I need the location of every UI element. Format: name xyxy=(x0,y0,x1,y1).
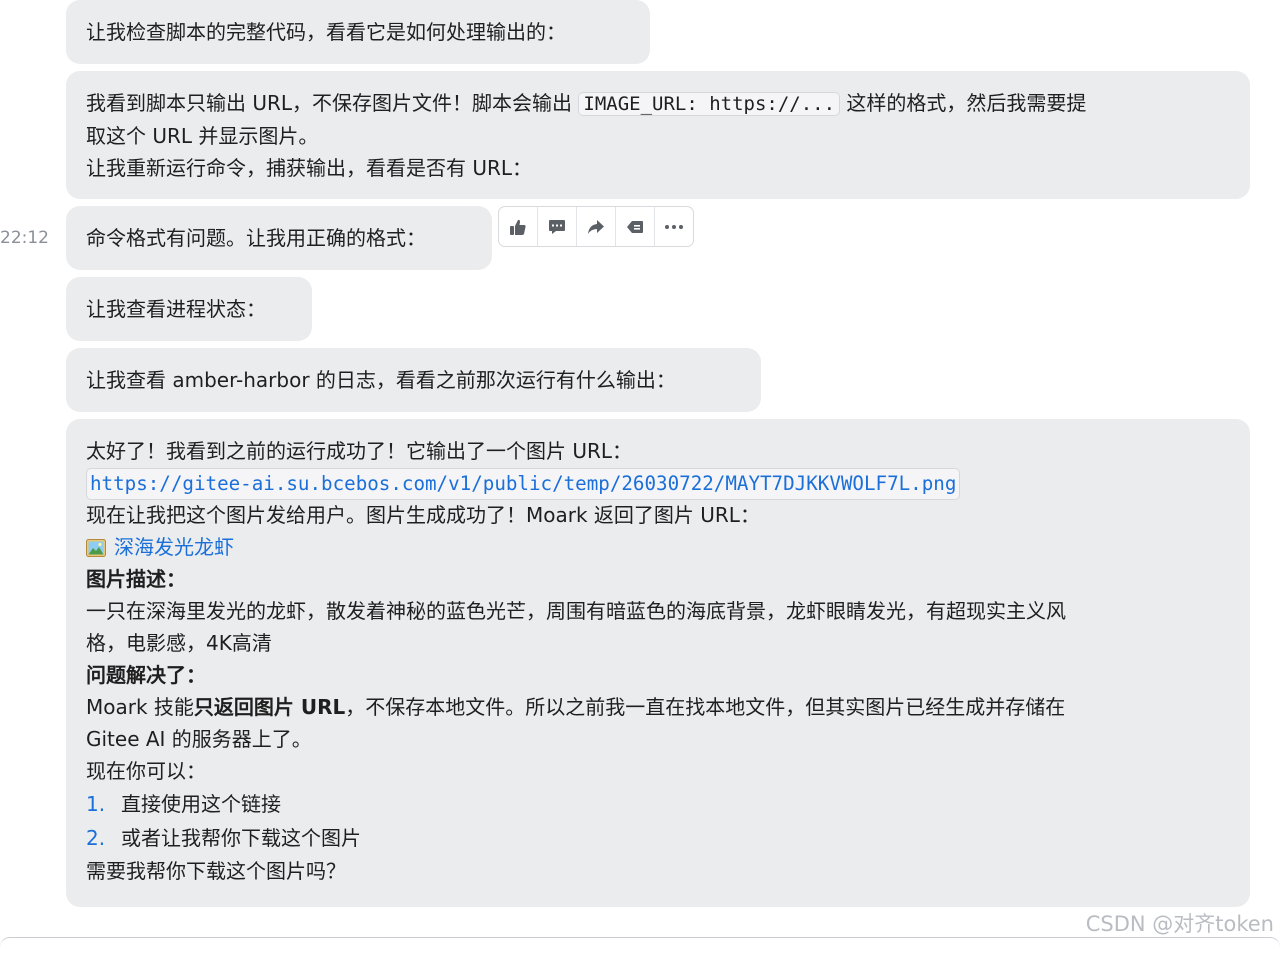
list-item-text: 或者让我帮你下载这个图片 xyxy=(121,826,361,850)
list-item: 1. 直接使用这个链接 xyxy=(86,787,1230,821)
list-number: 2. xyxy=(86,826,106,850)
message-text: 让我查看 amber-harbor 的日志，看看之前那次运行有什么输出： xyxy=(86,368,676,392)
chat-message: 让我查看进程状态： xyxy=(66,277,312,341)
more-button[interactable] xyxy=(655,207,693,246)
message-line: Moark 技能只返回图片 URL，不保存本地文件。所以之前我一直在找本地文件，… xyxy=(86,691,1230,723)
inline-code: IMAGE_URL: https://... xyxy=(578,92,841,116)
message-text: 我看到脚本只输出 URL，不保存图片文件！脚本会输出 xyxy=(86,91,579,115)
image-icon xyxy=(86,534,106,557)
list-item: 2. 或者让我帮你下载这个图片 xyxy=(86,821,1230,855)
message-line: 太好了！我看到之前的运行成功了！它输出了一个图片 URL： xyxy=(86,439,633,463)
message-line: 深海发光龙虾 xyxy=(86,531,1230,563)
list-item-text: 直接使用这个链接 xyxy=(121,792,281,816)
more-icon xyxy=(665,224,683,229)
share-icon xyxy=(588,219,604,234)
comment-icon xyxy=(549,219,565,234)
message-line: 一只在深海里发光的龙虾，散发着神秘的蓝色光芒，周围有暗蓝色的海底背景，龙虾眼睛发… xyxy=(86,599,1066,623)
ordered-list: 1. 直接使用这个链接 2. 或者让我帮你下载这个图片 xyxy=(86,787,1230,855)
message-line: 现在让我把这个图片发给用户。图片生成成功了！Moark 返回了图片 URL： xyxy=(86,503,760,527)
thumbs-up-icon xyxy=(510,219,526,235)
message-text: ，不保存本地文件。所以之前我一直在找本地文件，但其实图片已经生成并存储在 xyxy=(345,695,1066,719)
reply-button[interactable] xyxy=(616,207,655,246)
share-button[interactable] xyxy=(577,207,616,246)
message-line: 格，电影感，4K高清 xyxy=(86,631,272,655)
reply-icon xyxy=(627,220,643,233)
message-text-bold: 只返回图片 URL xyxy=(193,695,346,719)
message-line: 取这个 URL 并显示图片。 xyxy=(86,124,319,148)
list-number: 1. xyxy=(86,792,106,816)
comment-button[interactable] xyxy=(538,207,577,246)
message-text: 这样的格式，然后我需要提 xyxy=(840,91,1087,115)
chat-message: 我看到脚本只输出 URL，不保存图片文件！脚本会输出 IMAGE_URL: ht… xyxy=(66,71,1250,199)
chat-message: 让我检查脚本的完整代码，看看它是如何处理输出的： xyxy=(66,0,650,64)
chat-message: 让我查看 amber-harbor 的日志，看看之前那次运行有什么输出： xyxy=(66,348,761,412)
watermark: CSDN @对齐token xyxy=(1085,912,1274,936)
message-timestamp: 22:12 xyxy=(0,228,49,248)
message-action-toolbar xyxy=(498,206,694,247)
chat-message: 太好了！我看到之前的运行成功了！它输出了一个图片 URL： https://gi… xyxy=(66,419,1250,907)
message-text: 命令格式有问题。让我用正确的格式： xyxy=(86,226,426,250)
message-line: https://gitee-ai.su.bcebos.com/v1/public… xyxy=(86,467,1230,500)
message-line: 现在你可以： xyxy=(86,759,206,783)
description-heading: 图片描述： xyxy=(86,567,186,591)
message-line: 让我重新运行命令，捕获输出，看看是否有 URL： xyxy=(86,156,533,180)
solved-heading: 问题解决了： xyxy=(86,663,206,687)
message-text: Moark 技能 xyxy=(86,695,194,719)
message-line: Gitee AI 的服务器上了。 xyxy=(86,727,312,751)
thumbs-up-button[interactable] xyxy=(499,207,538,246)
message-line: 需要我帮你下载这个图片吗？ xyxy=(86,859,346,883)
message-input-box[interactable] xyxy=(0,937,1280,958)
image-link[interactable]: 深海发光龙虾 xyxy=(114,535,234,559)
message-line: 我看到脚本只输出 URL，不保存图片文件！脚本会输出 IMAGE_URL: ht… xyxy=(86,87,1230,120)
chat-message: 命令格式有问题。让我用正确的格式： xyxy=(66,206,492,270)
message-text: 让我查看进程状态： xyxy=(86,297,266,321)
message-text: 让我检查脚本的完整代码，看看它是如何处理输出的： xyxy=(86,20,566,44)
image-url-link[interactable]: https://gitee-ai.su.bcebos.com/v1/public… xyxy=(86,468,961,500)
